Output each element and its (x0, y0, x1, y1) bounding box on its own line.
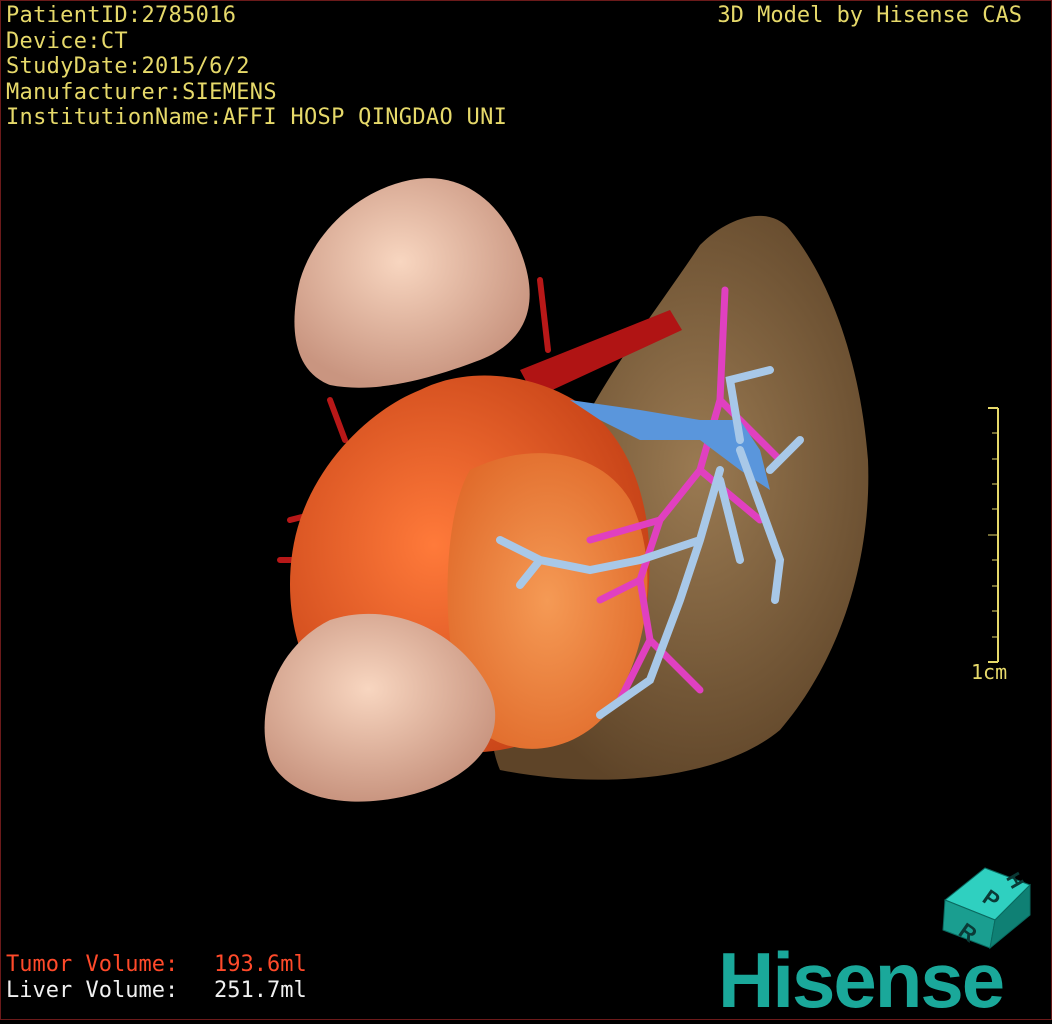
3d-model-viewport[interactable] (0, 0, 1052, 1020)
volume-readout: Tumor Volume: 193.6ml Liver Volume: 251.7m… (6, 952, 307, 1004)
patient-info-overlay: PatientID:2785016 Device:CT StudyDate:20… (6, 3, 507, 131)
scale-bar (988, 407, 999, 663)
hisense-logo: Hisense (718, 936, 1005, 1024)
study-date: StudyDate:2015/6/2 (6, 54, 250, 79)
tumor-volume-row: Tumor Volume: 193.6ml (6, 952, 307, 978)
orientation-cube[interactable]: P H R (935, 840, 1035, 950)
institution-name: InstitutionName:AFFI HOSP QINGDAO UNI (6, 105, 508, 130)
upper-kidney-model (294, 178, 530, 388)
brand-caption: 3D Model by Hisense CAS (717, 3, 1022, 28)
liver-volume-label: Liver Volume: (6, 978, 179, 1003)
scale-bar-label: 1cm (971, 660, 1008, 684)
tumor-volume-label: Tumor Volume: (6, 952, 179, 977)
patient-id: PatientID:2785016 (6, 3, 237, 28)
liver-volume-value: 251.7ml (214, 978, 307, 1003)
device: Device:CT (6, 28, 128, 54)
liver-volume-row: Liver Volume: 251.7ml (6, 978, 307, 1004)
manufacturer: Manufacturer:SIEMENS (6, 79, 277, 105)
tumor-volume-value: 193.6ml (214, 952, 307, 977)
